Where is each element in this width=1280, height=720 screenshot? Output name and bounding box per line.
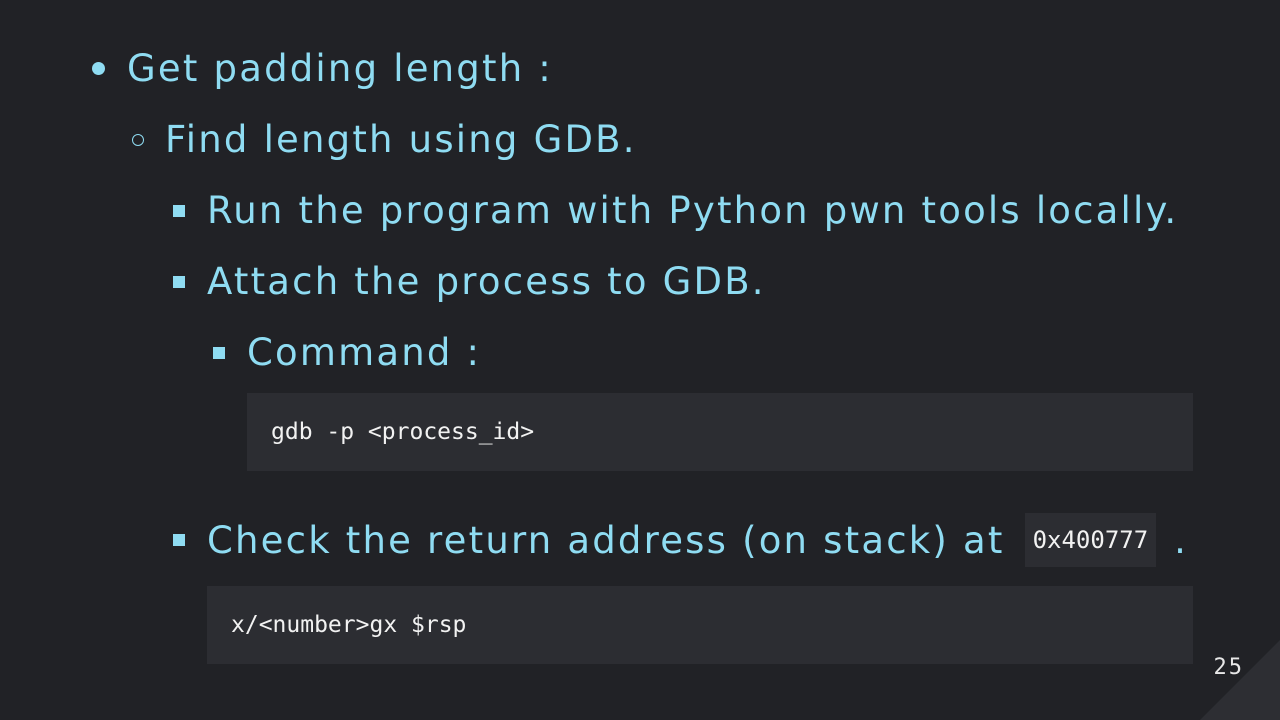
inline-code-address: 0x400777 — [1024, 513, 1157, 567]
code-text: x/<number>gx $rsp — [231, 612, 467, 638]
bullet-item-level3: Check the return address (on stack) at 0… — [173, 513, 1188, 567]
item-text: Command : — [247, 331, 482, 374]
disc-bullet-icon — [92, 62, 105, 75]
bullet-item-level3: Attach the process to GDB. — [173, 263, 766, 300]
item-text: Get padding length : — [127, 47, 553, 90]
page-number: 25 — [1213, 655, 1244, 680]
square-bullet-icon — [173, 275, 185, 288]
corner-decoration — [1200, 640, 1280, 720]
bullet-item-level1: Get padding length : — [92, 50, 553, 87]
code-text: gdb -p <process_id> — [271, 419, 535, 445]
slide: Get padding length : Find length using G… — [0, 0, 1280, 720]
bullet-item-level2: Find length using GDB. — [132, 121, 637, 158]
item-text: Attach the process to GDB. — [207, 260, 766, 303]
bullet-item-level3: Run the program with Python pwn tools lo… — [173, 192, 1178, 229]
circle-bullet-icon — [132, 133, 144, 146]
bullet-item-level4: Command : — [213, 334, 481, 371]
code-block-examine-stack: x/<number>gx $rsp — [207, 586, 1193, 664]
item-text: Find length using GDB. — [165, 118, 637, 161]
square-bullet-icon — [213, 346, 225, 359]
square-bullet-icon — [173, 204, 185, 217]
item-text: Run the program with Python pwn tools lo… — [207, 189, 1179, 232]
code-block-gdb-attach: gdb -p <process_id> — [247, 393, 1193, 471]
square-bullet-icon — [173, 534, 185, 546]
item-text: Check the return address (on stack) at — [207, 518, 1005, 562]
item-text-suffix: . — [1174, 518, 1189, 562]
